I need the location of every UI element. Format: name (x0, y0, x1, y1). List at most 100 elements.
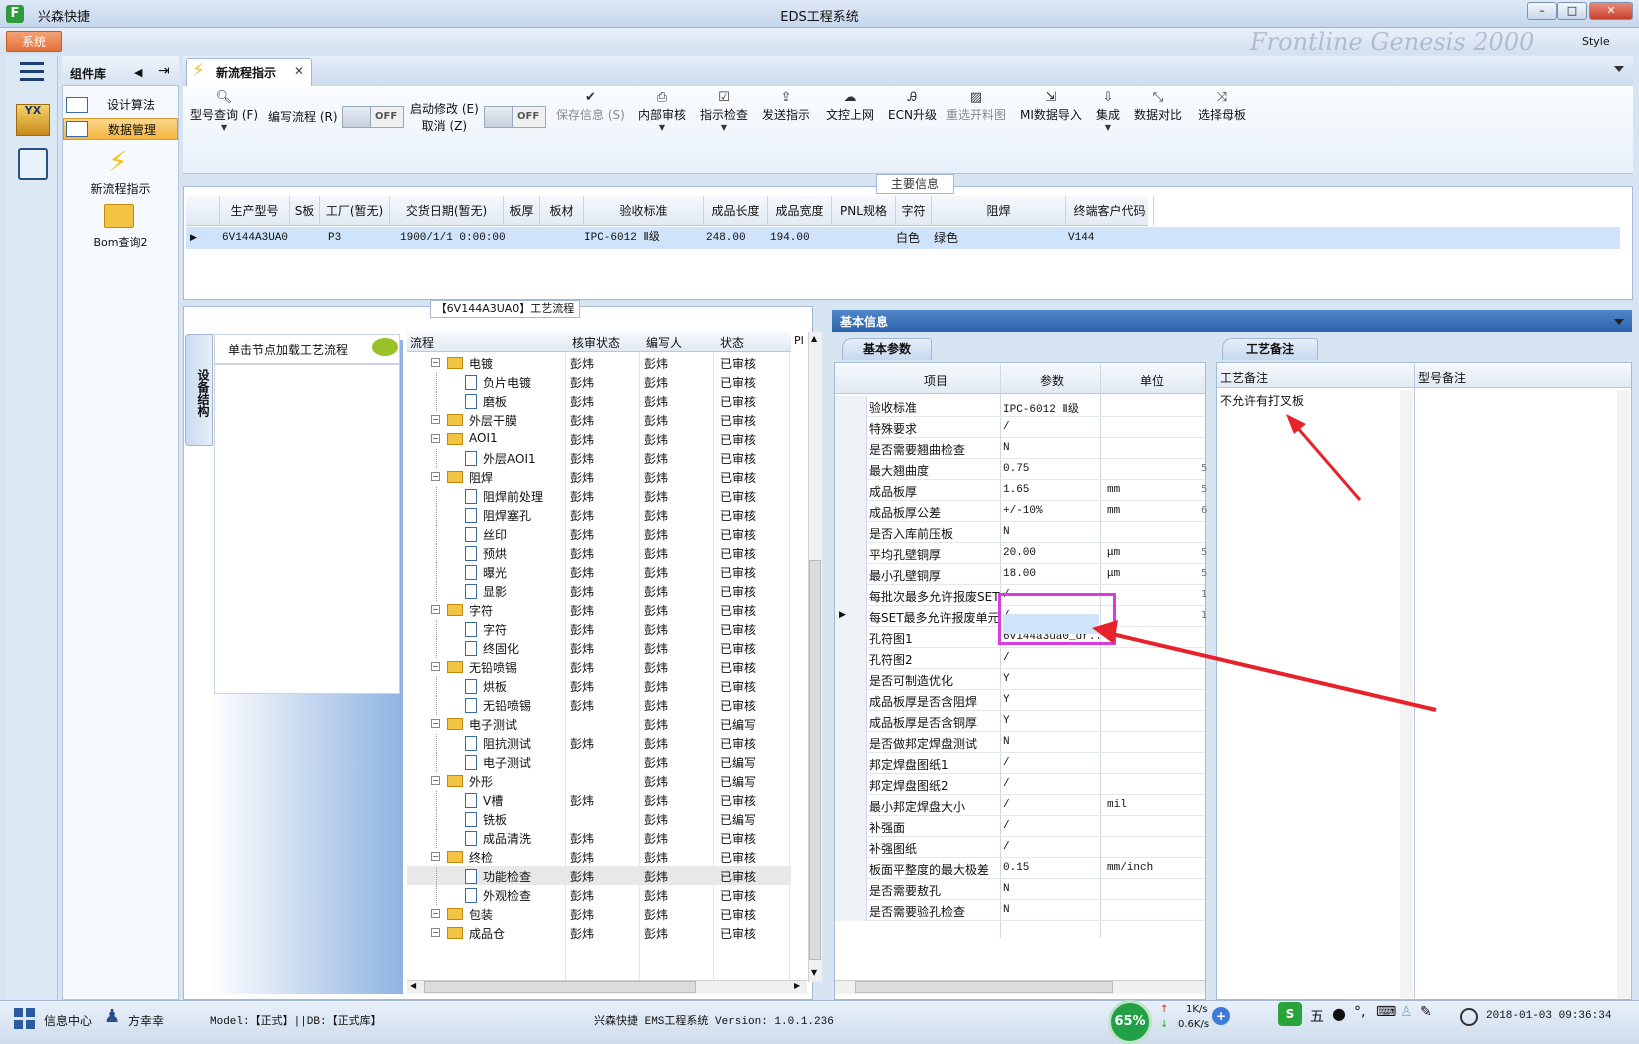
ecn-button[interactable]: Ꭿ ECN升级 (888, 90, 937, 123)
tree-row[interactable]: 外层AOI1 彭炜 彭炜 已审核 (407, 449, 791, 468)
upload-button[interactable]: ☁ 文控上网 (826, 90, 874, 123)
row-selector[interactable] (835, 753, 867, 774)
expand-icon[interactable]: − (431, 472, 440, 481)
row-selector[interactable] (835, 774, 867, 795)
scroll-right-icon[interactable]: ▶ (794, 981, 800, 990)
param-row[interactable]: 特殊要求 / (835, 417, 1205, 438)
start-modify-toggle[interactable]: OFF (484, 106, 546, 128)
param-row[interactable]: 最大翘曲度 0.75 5 (835, 459, 1207, 480)
folder-icon[interactable] (104, 204, 134, 228)
param-row[interactable]: 板面平整度的最大极差 0.15 mm/inch (835, 858, 1205, 879)
tree-row[interactable]: 负片电镀 彭炜 彭炜 已审核 (407, 373, 791, 392)
remark-col-model[interactable]: 型号备注 (1418, 369, 1466, 386)
person-icon[interactable]: ♙ (1400, 1004, 1413, 1020)
send-button[interactable]: ⇪ 发送指示 (762, 90, 810, 123)
param-row[interactable]: 是否做邦定焊盘测试 N (835, 732, 1205, 753)
tree-col-flow[interactable]: 流程 (410, 334, 434, 351)
param-row[interactable]: 成品板厚是否含阻焊 Y (835, 690, 1205, 711)
reselect-button[interactable]: ▨ 重选开料图 (946, 90, 1006, 123)
expand-icon[interactable]: − (431, 852, 440, 861)
row-selector[interactable] (835, 522, 867, 543)
param-col-item[interactable]: 项目 (924, 372, 948, 389)
mi-import-button[interactable]: ⇲ MI数据导入 (1020, 90, 1082, 123)
tab-basic-params[interactable]: 基本参数 (842, 338, 932, 360)
param-value[interactable]: 0.15 (1003, 862, 1099, 874)
expand-icon[interactable]: − (431, 358, 440, 367)
tree-row[interactable]: 预烘 彭炜 彭炜 已审核 (407, 544, 791, 563)
tree-col-status[interactable]: 状态 (720, 334, 744, 351)
tree-row[interactable]: − 字符 彭炜 彭炜 已审核 (407, 601, 791, 620)
tree-row[interactable]: 终固化 彭炜 彭炜 已审核 (407, 639, 791, 658)
row-selector[interactable] (835, 501, 867, 522)
model-query-button[interactable]: 🔍︎ 型号查询 (F) ▼ (190, 90, 258, 132)
param-value[interactable]: 1.65 (1003, 484, 1099, 496)
compare-button[interactable]: ⤡ 数据对比 (1134, 90, 1182, 123)
expand-icon[interactable]: − (431, 909, 440, 918)
row-selector[interactable] (835, 669, 867, 690)
expand-icon[interactable]: − (431, 776, 440, 785)
param-value[interactable]: / (1003, 757, 1099, 769)
param-value[interactable]: N (1003, 736, 1099, 748)
remark-scrollbar[interactable] (1400, 390, 1413, 998)
plus-icon[interactable]: + (1212, 1007, 1230, 1025)
tree-row[interactable]: − 外形 彭炜 已编写 (407, 772, 791, 791)
param-row[interactable]: 补强图纸 / (835, 837, 1205, 858)
scroll-left-icon[interactable]: ◀ (410, 981, 416, 990)
calculator-icon[interactable] (18, 148, 48, 180)
row-selector[interactable] (835, 438, 867, 459)
tree-row[interactable]: 字符 彭炜 彭炜 已审核 (407, 620, 791, 639)
param-value[interactable]: N (1003, 883, 1099, 895)
tree-row[interactable]: 显影 彭炜 彭炜 已审核 (407, 582, 791, 601)
param-col-unit[interactable]: 单位 (1140, 372, 1164, 389)
tab-close-icon[interactable]: ✕ (294, 64, 304, 78)
tree-row[interactable]: 丝印 彭炜 彭炜 已审核 (407, 525, 791, 544)
tree-row[interactable]: 阻焊前处理 彭炜 彭炜 已审核 (407, 487, 791, 506)
row-selector[interactable] (835, 627, 867, 648)
remark-col-process[interactable]: 工艺备注 (1220, 369, 1268, 386)
col-header[interactable]: 成品宽度 (768, 196, 832, 226)
keyboard-icon[interactable]: ⌨ (1376, 1004, 1396, 1020)
tab-process-remarks[interactable]: 工艺备注 (1222, 338, 1318, 360)
col-header[interactable]: 终端客户代码 (1066, 196, 1154, 226)
row-selector[interactable] (835, 795, 867, 816)
tree-row[interactable]: − AOI1 彭炜 彭炜 已审核 (407, 430, 791, 449)
tree-row[interactable]: 电子测试 彭炜 已编写 (407, 753, 791, 772)
scroll-down-icon[interactable]: ▼ (811, 968, 817, 977)
row-selector[interactable] (835, 732, 867, 753)
param-value[interactable]: 0.75 (1003, 463, 1099, 475)
param-row[interactable]: 是否需要翘曲检查 N (835, 438, 1205, 459)
param-row[interactable]: 是否需要验孔检查 N (835, 900, 1205, 921)
dock-icon[interactable]: ⇥ (158, 63, 170, 79)
info-center-link[interactable]: 信息中心 (44, 1012, 92, 1029)
tree-row[interactable]: − 电子测试 彭炜 已编写 (407, 715, 791, 734)
param-row[interactable]: 邦定焊盘图纸1 / (835, 753, 1205, 774)
param-value[interactable]: Y (1003, 694, 1099, 706)
param-value[interactable]: / (1003, 778, 1099, 790)
row-selector[interactable] (835, 459, 867, 480)
tree-row[interactable]: − 阻焊 彭炜 彭炜 已审核 (407, 468, 791, 487)
row-selector[interactable] (835, 816, 867, 837)
tree-row[interactable]: − 无铅喷锡 彭炜 彭炜 已审核 (407, 658, 791, 677)
integrate-button[interactable]: ⇩ 集成 ▼ (1096, 90, 1120, 132)
chevron-down-icon[interactable] (1614, 319, 1624, 325)
ime-icon[interactable]: S (1278, 1002, 1302, 1026)
tree-row[interactable]: 无铅喷锡 彭炜 彭炜 已审核 (407, 696, 791, 715)
tree-row[interactable]: 阻焊塞孔 彭炜 彭炜 已审核 (407, 506, 791, 525)
row-selector[interactable] (835, 690, 867, 711)
param-row[interactable]: 是否可制造优化 Y (835, 669, 1205, 690)
col-header[interactable]: S板 (290, 196, 320, 226)
tree-row[interactable]: − 包装 彭炜 彭炜 已审核 (407, 905, 791, 924)
close-button[interactable]: ✕ (1589, 2, 1633, 20)
param-row[interactable]: 是否需要敖孔 N (835, 879, 1205, 900)
param-value[interactable]: 20.00 (1003, 547, 1099, 559)
internal-review-button[interactable]: ⎙ 内部审核 ▼ (638, 90, 686, 132)
punctuation-icon[interactable]: °, (1354, 1004, 1365, 1020)
remark-text[interactable]: 不允许有打叉板 (1220, 392, 1304, 409)
row-selector[interactable] (835, 585, 867, 606)
tree-row[interactable]: 阻抗测试 彭炜 彭炜 已审核 (407, 734, 791, 753)
row-selector[interactable] (835, 837, 867, 858)
minimize-button[interactable]: – (1527, 2, 1557, 20)
remark-scrollbar[interactable] (1617, 390, 1630, 998)
param-value[interactable]: / (1003, 421, 1099, 433)
param-value[interactable]: +/-10% (1003, 505, 1099, 517)
